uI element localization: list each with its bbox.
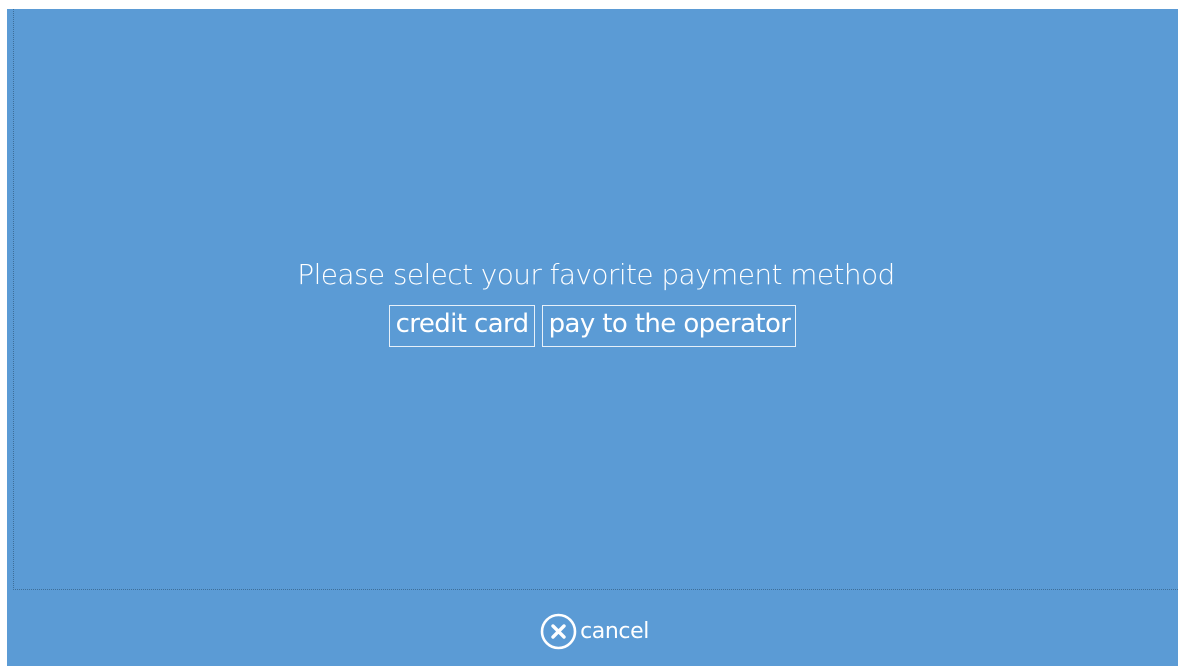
close-circle-icon: [540, 613, 577, 650]
cancel-button[interactable]: cancel: [540, 613, 649, 650]
pay-to-operator-button[interactable]: pay to the operator: [541, 304, 797, 347]
payment-options: credit card pay to the operator: [388, 304, 797, 347]
footer-bar: cancel: [7, 590, 1178, 666]
payment-screen: Please select your favorite payment meth…: [7, 9, 1178, 666]
payment-prompt: Please select your favorite payment meth…: [297, 257, 895, 291]
credit-card-button[interactable]: credit card: [388, 304, 535, 347]
content-panel: Please select your favorite payment meth…: [13, 9, 1178, 590]
cancel-label: cancel: [580, 618, 649, 644]
